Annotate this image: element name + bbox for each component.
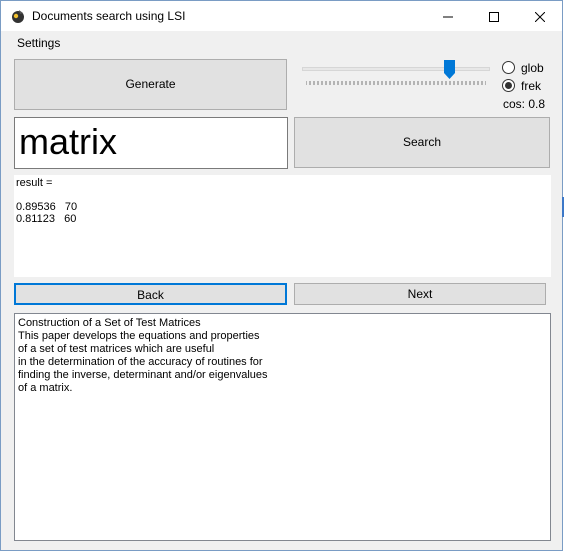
results-box: result = 0.89536 70 0.81123 60 bbox=[14, 175, 551, 277]
slider-track[interactable] bbox=[302, 67, 490, 71]
doc-line: of a set of test matrices which are usef… bbox=[18, 343, 215, 355]
doc-line: Construction of a Set of Test Matrices bbox=[18, 317, 201, 329]
doc-line: This paper develops the equations and pr… bbox=[18, 330, 260, 342]
window-edge-highlight bbox=[562, 197, 564, 217]
menu-bar: Settings bbox=[1, 31, 562, 55]
maximize-button[interactable] bbox=[471, 1, 517, 31]
document-text[interactable]: Construction of a Set of Test Matrices T… bbox=[14, 313, 551, 541]
maximize-icon bbox=[489, 12, 499, 23]
generate-button[interactable]: Generate bbox=[14, 59, 287, 110]
title-bar: Documents search using LSI bbox=[1, 1, 562, 31]
query-input[interactable]: matrix bbox=[14, 117, 288, 169]
back-button[interactable]: Back bbox=[14, 283, 287, 305]
radio-selected-dot bbox=[505, 82, 512, 89]
doc-line: finding the inverse, determinant and/or … bbox=[18, 369, 268, 381]
app-window: Documents search using LSI Settings Gene… bbox=[0, 0, 564, 551]
close-icon bbox=[534, 11, 546, 23]
glob-radio[interactable] bbox=[502, 61, 515, 74]
glob-label: glob bbox=[521, 61, 544, 75]
slider-thumb[interactable] bbox=[444, 60, 455, 79]
frek-radio[interactable] bbox=[502, 79, 515, 92]
close-button[interactable] bbox=[517, 1, 563, 31]
frek-label: frek bbox=[521, 79, 542, 93]
window-title: Documents search using LSI bbox=[32, 9, 186, 23]
cos-value: cos: 0.8 bbox=[503, 97, 546, 111]
search-button[interactable]: Search bbox=[294, 117, 550, 168]
menu-settings[interactable]: Settings bbox=[17, 36, 60, 50]
slider-ticks bbox=[306, 81, 486, 85]
doc-line: in the determination of the accuracy of … bbox=[18, 356, 263, 368]
next-button[interactable]: Next bbox=[294, 283, 546, 305]
app-icon bbox=[12, 10, 24, 23]
minimize-button[interactable] bbox=[425, 1, 471, 31]
minimize-icon bbox=[443, 16, 453, 18]
doc-line: of a matrix. bbox=[18, 382, 73, 394]
